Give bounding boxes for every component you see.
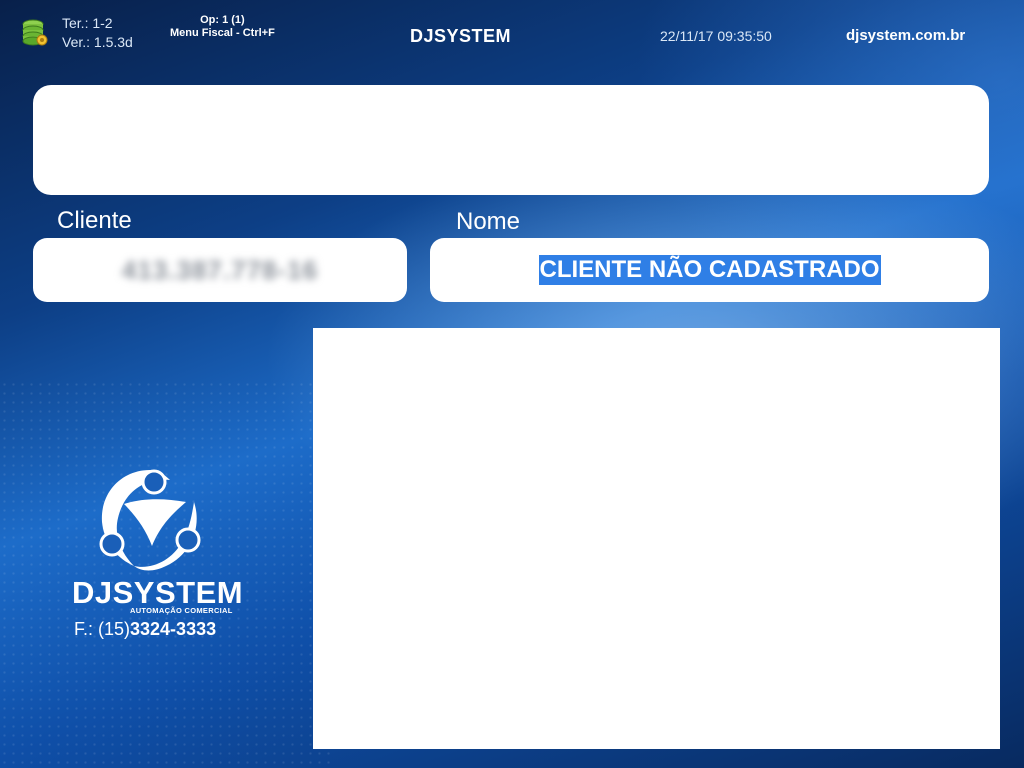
phone-prefix: F.: (15) bbox=[74, 619, 131, 639]
website-link: djsystem.com.br bbox=[846, 27, 966, 44]
logo-tagline: AUTOMAÇÃO COMERCIAL bbox=[130, 606, 233, 615]
cliente-document-value: 413.387.778-16 bbox=[121, 254, 319, 285]
datetime: 22/11/17 09:35:50 bbox=[660, 28, 772, 44]
operator-info: Op: 1 (1) Menu Fiscal - Ctrl+F bbox=[170, 14, 275, 40]
app-version: Ver.: 1.5.3d bbox=[62, 34, 133, 50]
logo-mark-icon bbox=[99, 469, 201, 571]
cliente-field[interactable]: 413.387.778-16 bbox=[33, 238, 407, 302]
company-logo: DJSYSTEM AUTOMAÇÃO COMERCIAL F.: (15)332… bbox=[68, 462, 243, 652]
terminal-info: Ter.: 1-2 Ver.: 1.5.3d bbox=[62, 14, 133, 52]
database-icon bbox=[22, 19, 48, 47]
nome-label: Nome bbox=[456, 208, 521, 235]
phone-number: 3324-3333 bbox=[130, 619, 217, 639]
operator-label: Op: 1 (1) bbox=[200, 14, 245, 26]
items-panel bbox=[313, 328, 1000, 749]
cliente-label: Cliente bbox=[57, 207, 132, 234]
fiscal-menu-shortcut[interactable]: Menu Fiscal - Ctrl+F bbox=[170, 27, 275, 40]
logo-phone: F.: (15)3324-3333 bbox=[74, 619, 216, 640]
message-panel bbox=[33, 85, 989, 195]
terminal-number: Ter.: 1-2 bbox=[62, 15, 113, 31]
nome-field[interactable]: CLIENTE NÃO CADASTRADO bbox=[430, 238, 989, 302]
nome-value: CLIENTE NÃO CADASTRADO bbox=[538, 255, 881, 285]
app-title: DJSYSTEM bbox=[410, 26, 512, 46]
